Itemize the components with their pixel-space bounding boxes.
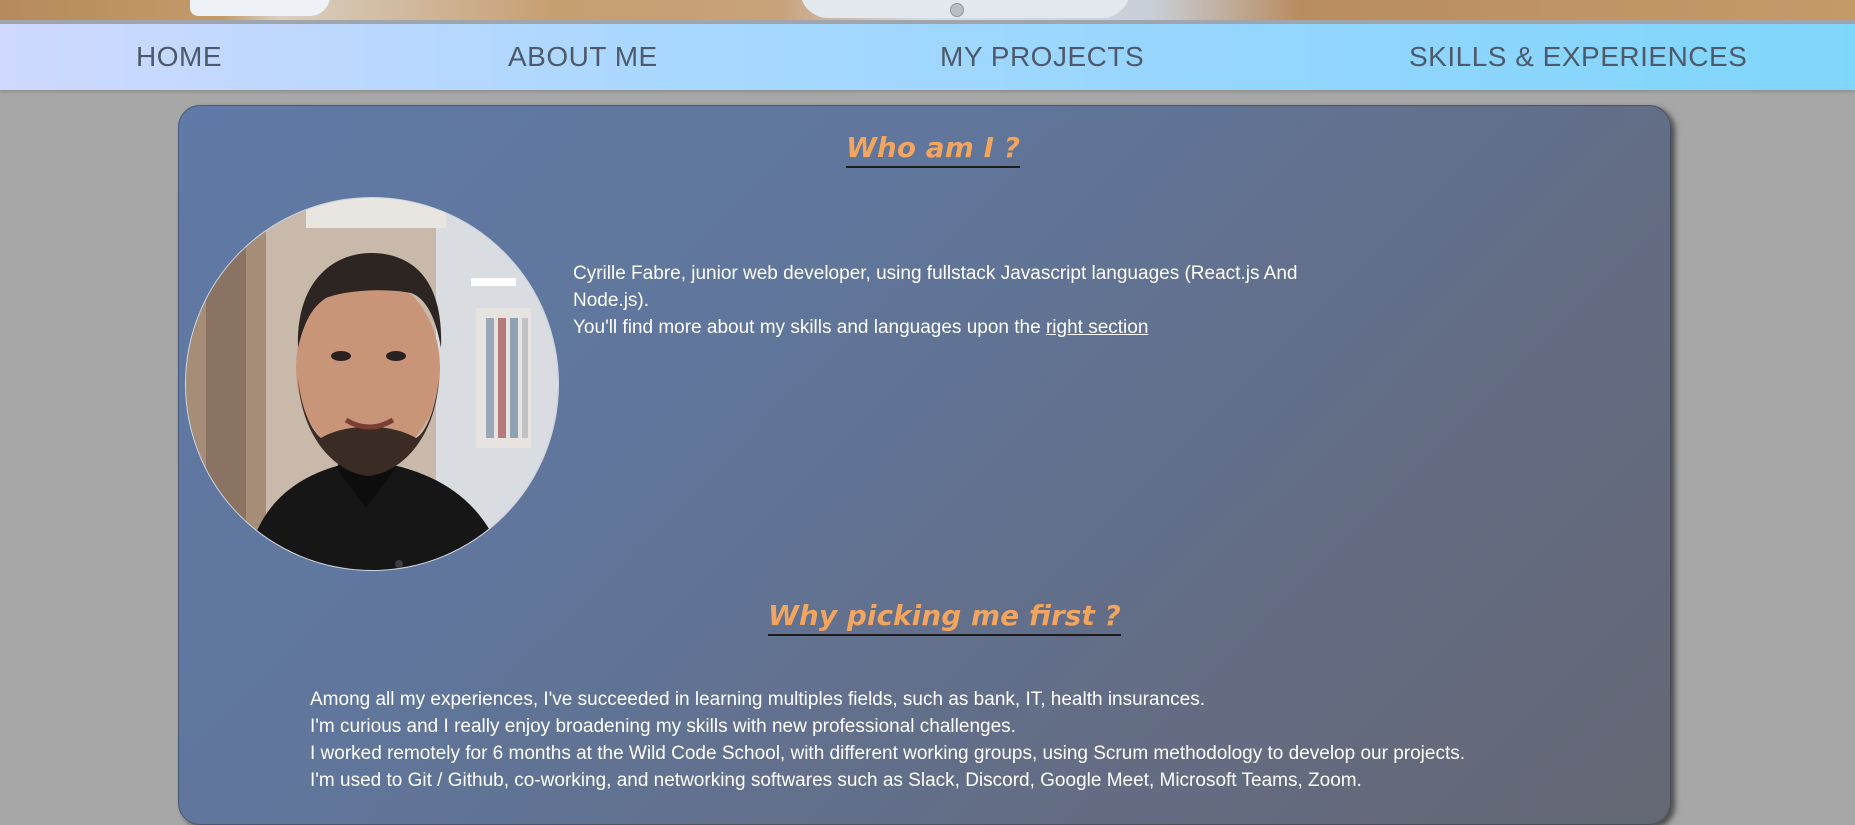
who-am-i-heading: Who am I ? bbox=[846, 131, 1021, 168]
nav-my-projects[interactable]: MY PROJECTS bbox=[940, 24, 1144, 90]
why-line-4: I'm used to Git / Github, co-working, an… bbox=[310, 770, 1362, 791]
nav-about-me[interactable]: ABOUT ME bbox=[508, 24, 658, 90]
nav-home[interactable]: HOME bbox=[136, 24, 222, 90]
profile-photo bbox=[185, 197, 559, 571]
intro-line-3: You'll find more about my skills and lan… bbox=[573, 314, 1297, 341]
why-line-1: Among all my experiences, I've succeeded… bbox=[310, 689, 1205, 710]
why-line-2: I'm curious and I really enjoy broadenin… bbox=[310, 716, 1016, 737]
about-card: Who am I ? Cyrille Fabre, junior web dev… bbox=[178, 105, 1671, 825]
intro-line-1: Cyrille Fabre, junior web developer, usi… bbox=[573, 263, 1298, 284]
profile-photo-image bbox=[186, 198, 558, 570]
intro-more-text: You'll find more about my skills and lan… bbox=[573, 317, 1046, 338]
nav-skills-experiences[interactable]: SKILLS & EXPERIENCES bbox=[1409, 24, 1747, 90]
intro-line-2: Node.js). bbox=[573, 290, 650, 311]
intro-paragraph: Cyrille Fabre, junior web developer, usi… bbox=[573, 260, 1297, 341]
hero-banner-paper bbox=[190, 0, 330, 16]
hero-banner-shirt bbox=[800, 0, 1130, 18]
hero-banner-strip bbox=[0, 0, 1855, 24]
why-line-3: I worked remotely for 6 months at the Wi… bbox=[310, 743, 1466, 764]
why-paragraph: Among all my experiences, I've succeeded… bbox=[310, 686, 1465, 794]
right-section-link[interactable]: right section bbox=[1046, 317, 1148, 338]
main-navbar: HOME ABOUT ME MY PROJECTS SKILLS & EXPER… bbox=[0, 24, 1855, 90]
why-pick-me-heading: Why picking me first ? bbox=[768, 599, 1121, 636]
hero-banner-shirt-button bbox=[950, 3, 964, 17]
